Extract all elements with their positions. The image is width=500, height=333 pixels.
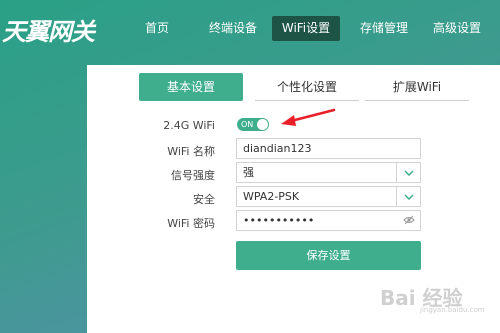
nav-item-devices[interactable]: 终端设备 [200, 16, 266, 41]
wifi-name-input[interactable] [243, 139, 393, 158]
save-settings-button[interactable]: 保存设置 [236, 241, 421, 270]
eye-slash-icon[interactable] [403, 215, 415, 225]
wifi-name-label: WiFi 名称 [167, 145, 215, 158]
tab-extend-wifi[interactable]: 扩展WiFi [365, 73, 469, 101]
wifi-password-field[interactable]: ••••••••••• [236, 210, 421, 231]
tab-personalization[interactable]: 个性化设置 [255, 73, 359, 101]
security-label: 安全 [193, 193, 215, 206]
nav-item-home[interactable]: 首页 [134, 16, 180, 41]
signal-strength-select[interactable]: 强 [236, 162, 421, 183]
nav-item-advanced[interactable]: 高级设置 [424, 16, 490, 41]
signal-strength-label: 信号强度 [171, 169, 215, 182]
toggle-state-text: ON [241, 120, 254, 129]
chevron-down-icon[interactable] [396, 163, 420, 182]
watermark-url: jingyan.baidu.com [420, 306, 485, 314]
security-select[interactable]: WPA2-PSK [236, 186, 421, 207]
toggle-knob [257, 119, 268, 130]
wifi-24g-toggle[interactable]: ON [237, 118, 269, 131]
wifi-name-field[interactable] [236, 138, 421, 159]
nav-item-wifi-settings[interactable]: WiFi设置 [272, 16, 340, 41]
wifi-password-value: ••••••••••• [243, 214, 315, 227]
chevron-down-icon[interactable] [396, 187, 420, 206]
signal-strength-value: 强 [243, 166, 254, 179]
wifi-password-label: WiFi 密码 [167, 217, 215, 230]
top-navigation: 首页 终端设备 WiFi设置 存储管理 高级设置 [0, 0, 500, 60]
tab-basic-settings[interactable]: 基本设置 [139, 73, 243, 101]
security-value: WPA2-PSK [243, 190, 300, 203]
red-arrow-annotation [281, 108, 336, 126]
nav-item-storage[interactable]: 存储管理 [351, 16, 417, 41]
wifi-24g-label: 2.4G WiFi [163, 119, 215, 132]
settings-tabs: 基本设置 个性化设置 扩展WiFi [139, 73, 469, 101]
